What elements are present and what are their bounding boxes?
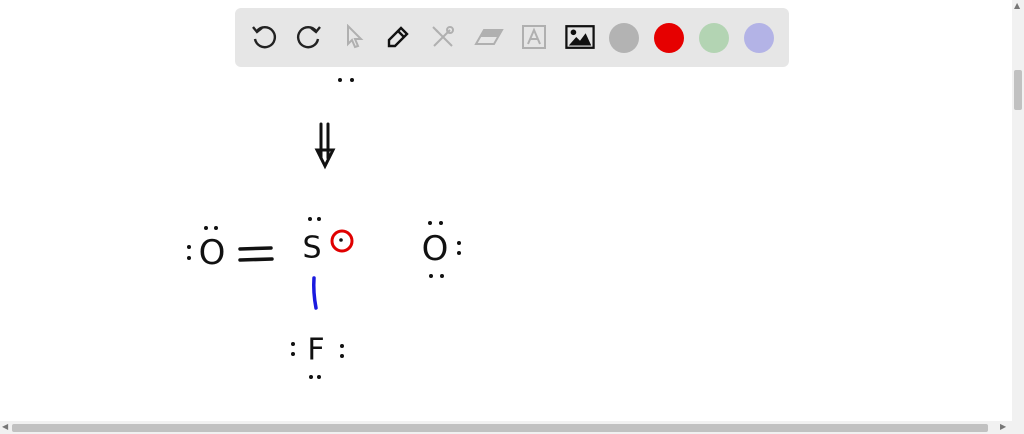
lone-pair-dot (338, 78, 342, 82)
color-gray[interactable] (609, 23, 639, 53)
image-icon (565, 25, 595, 49)
atom-oxygen-right: O (421, 229, 449, 269)
color-green[interactable] (699, 23, 729, 53)
pointer-icon (347, 24, 364, 49)
vertical-scrollbar[interactable]: ▲ (1012, 0, 1024, 421)
atom-fluorine: F (307, 332, 325, 368)
pen-icon (387, 26, 409, 48)
color-red[interactable] (654, 23, 684, 53)
single-bond (312, 276, 318, 310)
drawing-toolbar (235, 8, 789, 67)
select-tool[interactable] (339, 22, 369, 52)
lone-pair-dot (350, 78, 354, 82)
redo-button[interactable] (294, 22, 324, 52)
redo-icon (297, 26, 321, 49)
horizontal-scroll-thumb[interactable] (12, 424, 988, 432)
atom-oxygen-left: O (198, 233, 226, 273)
vertical-scroll-thumb[interactable] (1014, 70, 1022, 110)
tools-button[interactable] (428, 22, 458, 52)
image-button[interactable] (565, 22, 595, 52)
pen-tool[interactable] (383, 22, 413, 52)
undo-button[interactable] (249, 22, 279, 52)
eraser-icon (474, 29, 504, 45)
double-bond (238, 246, 274, 262)
eraser-tool[interactable] (474, 22, 504, 52)
tools-icon (432, 26, 454, 47)
arrow-down (314, 122, 336, 170)
text-icon (522, 25, 546, 49)
text-tool[interactable] (519, 22, 549, 52)
horizontal-scrollbar[interactable]: ◀ ▶ (0, 421, 1024, 434)
atom-sulfur: S (302, 230, 322, 266)
color-purple[interactable] (744, 23, 774, 53)
undo-icon (252, 26, 276, 49)
